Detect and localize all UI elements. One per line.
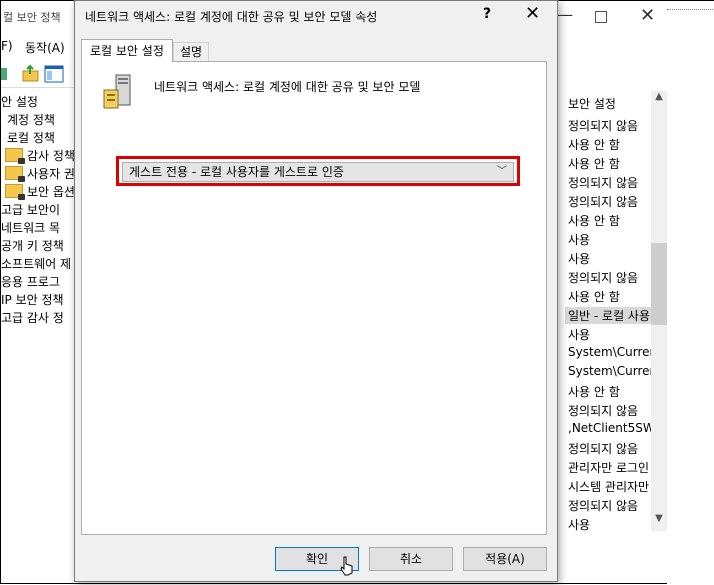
- list-item[interactable]: 사용 안 함: [568, 383, 620, 400]
- list-item[interactable]: 사용: [568, 250, 590, 267]
- dotted-border: [667, 9, 714, 10]
- apply-button[interactable]: 적용(A): [463, 547, 547, 571]
- list-item[interactable]: 사용: [568, 231, 590, 248]
- tree-item-label: 고급 보안이: [1, 203, 61, 217]
- tree-item-label: 안 설정: [1, 95, 38, 109]
- list-item[interactable]: 관리자만 로그인: [568, 459, 649, 476]
- help-icon[interactable]: ?: [483, 6, 491, 22]
- tree-item-label: 네트워크 목: [1, 221, 61, 235]
- tree-item[interactable]: 응용 프로그: [1, 273, 60, 290]
- tree-item[interactable]: IP 보안 정책: [1, 291, 64, 308]
- dialog-close-icon[interactable]: ✕: [525, 3, 540, 24]
- properties-dialog: 네트워크 액세스: 로컬 계정에 대한 공유 및 보안 모델 속성 ? ✕ 로컬…: [74, 0, 558, 582]
- back-icon[interactable]: [1, 64, 21, 84]
- folder-lock-icon: [5, 148, 25, 164]
- tree-item[interactable]: 소프트웨어 제: [1, 255, 71, 272]
- background-window-title: 컬 보안 정책: [3, 11, 61, 24]
- tree-item-label: 로컬 정책: [7, 131, 55, 145]
- list-item[interactable]: 사용 안 함: [568, 288, 620, 305]
- list-item[interactable]: 사용 안 함: [568, 155, 620, 172]
- scroll-up-icon[interactable]: ▲: [651, 91, 667, 107]
- menu-file[interactable]: F): [1, 39, 13, 53]
- tree-item[interactable]: 네트워크 목: [1, 219, 60, 236]
- folder-lock-icon: [5, 166, 25, 182]
- tree-item[interactable]: 계정 정책: [7, 111, 55, 128]
- list-item[interactable]: 사용 안 함: [568, 212, 620, 229]
- tree-item[interactable]: 고급 감사 정: [1, 309, 64, 326]
- list-item[interactable]: 일반 - 로컬 사용: [565, 307, 654, 324]
- list-item[interactable]: 정의되지 않음: [568, 497, 638, 514]
- tree-item-label: IP 보안 정책: [1, 293, 64, 307]
- tree-item-label: 공개 키 정책: [1, 239, 64, 253]
- menu-action[interactable]: 동작(A): [25, 39, 65, 56]
- list-item[interactable]: 정의되지 않음: [568, 117, 638, 134]
- tree-item-label: 사용자 권: [27, 167, 75, 181]
- toolbar: [1, 61, 81, 88]
- maximize-icon[interactable]: [595, 11, 607, 23]
- sharing-model-dropdown[interactable]: 게스트 전용 - 로컬 사용자를 게스트로 인증 ﹀: [122, 162, 514, 182]
- scroll-down-icon[interactable]: ▼: [651, 513, 667, 529]
- tab-panel: 네트워크 액세스: 로컬 계정에 대한 공유 및 보안 모델 게스트 전용 - …: [81, 61, 547, 535]
- server-icon: [103, 74, 131, 109]
- tree-item-label: 응용 프로그: [1, 275, 61, 289]
- list-item[interactable]: System\Curren: [568, 345, 657, 359]
- up-folder-icon[interactable]: [21, 64, 41, 84]
- mouse-cursor-icon: [340, 556, 353, 576]
- tree-item-label: 감사 정책: [27, 149, 75, 163]
- list-item[interactable]: 정의되지 않음: [568, 440, 638, 457]
- close-icon[interactable]: ✕: [640, 5, 655, 26]
- dropdown-value: 게스트 전용 - 로컬 사용자를 게스트로 인증: [129, 165, 344, 179]
- tree-item-label: 계정 정책: [7, 113, 55, 127]
- list-item[interactable]: 사용 안 함: [568, 136, 620, 153]
- tree-item[interactable]: 안 설정: [1, 93, 38, 110]
- list-item[interactable]: 정의되지 않음: [568, 269, 638, 286]
- list-header[interactable]: 보안 설정: [568, 95, 616, 112]
- tree-item[interactable]: 감사 정책: [5, 147, 75, 164]
- list-item[interactable]: ,NetClient5SW_: [568, 421, 661, 435]
- list-item[interactable]: 정의되지 않음: [568, 174, 638, 191]
- scrollbar-thumb[interactable]: [651, 243, 667, 325]
- window-edge: [667, 1, 714, 585]
- minimize-icon[interactable]: —: [557, 5, 573, 24]
- policy-heading: 네트워크 액세스: 로컬 계정에 대한 공유 및 보안 모델: [154, 80, 421, 94]
- dialog-title: 네트워크 액세스: 로컬 계정에 대한 공유 및 보안 모델 속성: [85, 10, 378, 24]
- list-item[interactable]: 정의되지 않음: [568, 402, 638, 419]
- tree-item[interactable]: 고급 보안이: [1, 201, 60, 218]
- chevron-down-icon[interactable]: ﹀: [497, 163, 507, 181]
- list-item[interactable]: 정의되지 않음: [568, 193, 638, 210]
- list-item[interactable]: 사용: [568, 516, 590, 533]
- folder-lock-icon: [5, 184, 25, 200]
- tree-item-label: 보안 옵션: [27, 185, 75, 199]
- show-hide-tree-icon[interactable]: [44, 64, 64, 84]
- tree-item[interactable]: 사용자 권: [5, 165, 75, 182]
- tab-local-security-setting[interactable]: 로컬 보안 설정: [81, 39, 173, 62]
- tab-explain[interactable]: 설명: [173, 42, 210, 62]
- list-item[interactable]: 사용: [568, 326, 590, 343]
- tree-item[interactable]: 보안 옵션: [5, 183, 75, 200]
- list-item[interactable]: 시스템 관리자만: [568, 478, 649, 495]
- tree-item-label: 소프트웨어 제: [1, 257, 72, 271]
- tree-item[interactable]: 로컬 정책: [7, 129, 55, 146]
- tree-item-label: 고급 감사 정: [1, 311, 64, 325]
- list-item[interactable]: System\Curren: [568, 364, 657, 378]
- cancel-button[interactable]: 취소: [369, 547, 453, 571]
- tree-item[interactable]: 공개 키 정책: [1, 237, 64, 254]
